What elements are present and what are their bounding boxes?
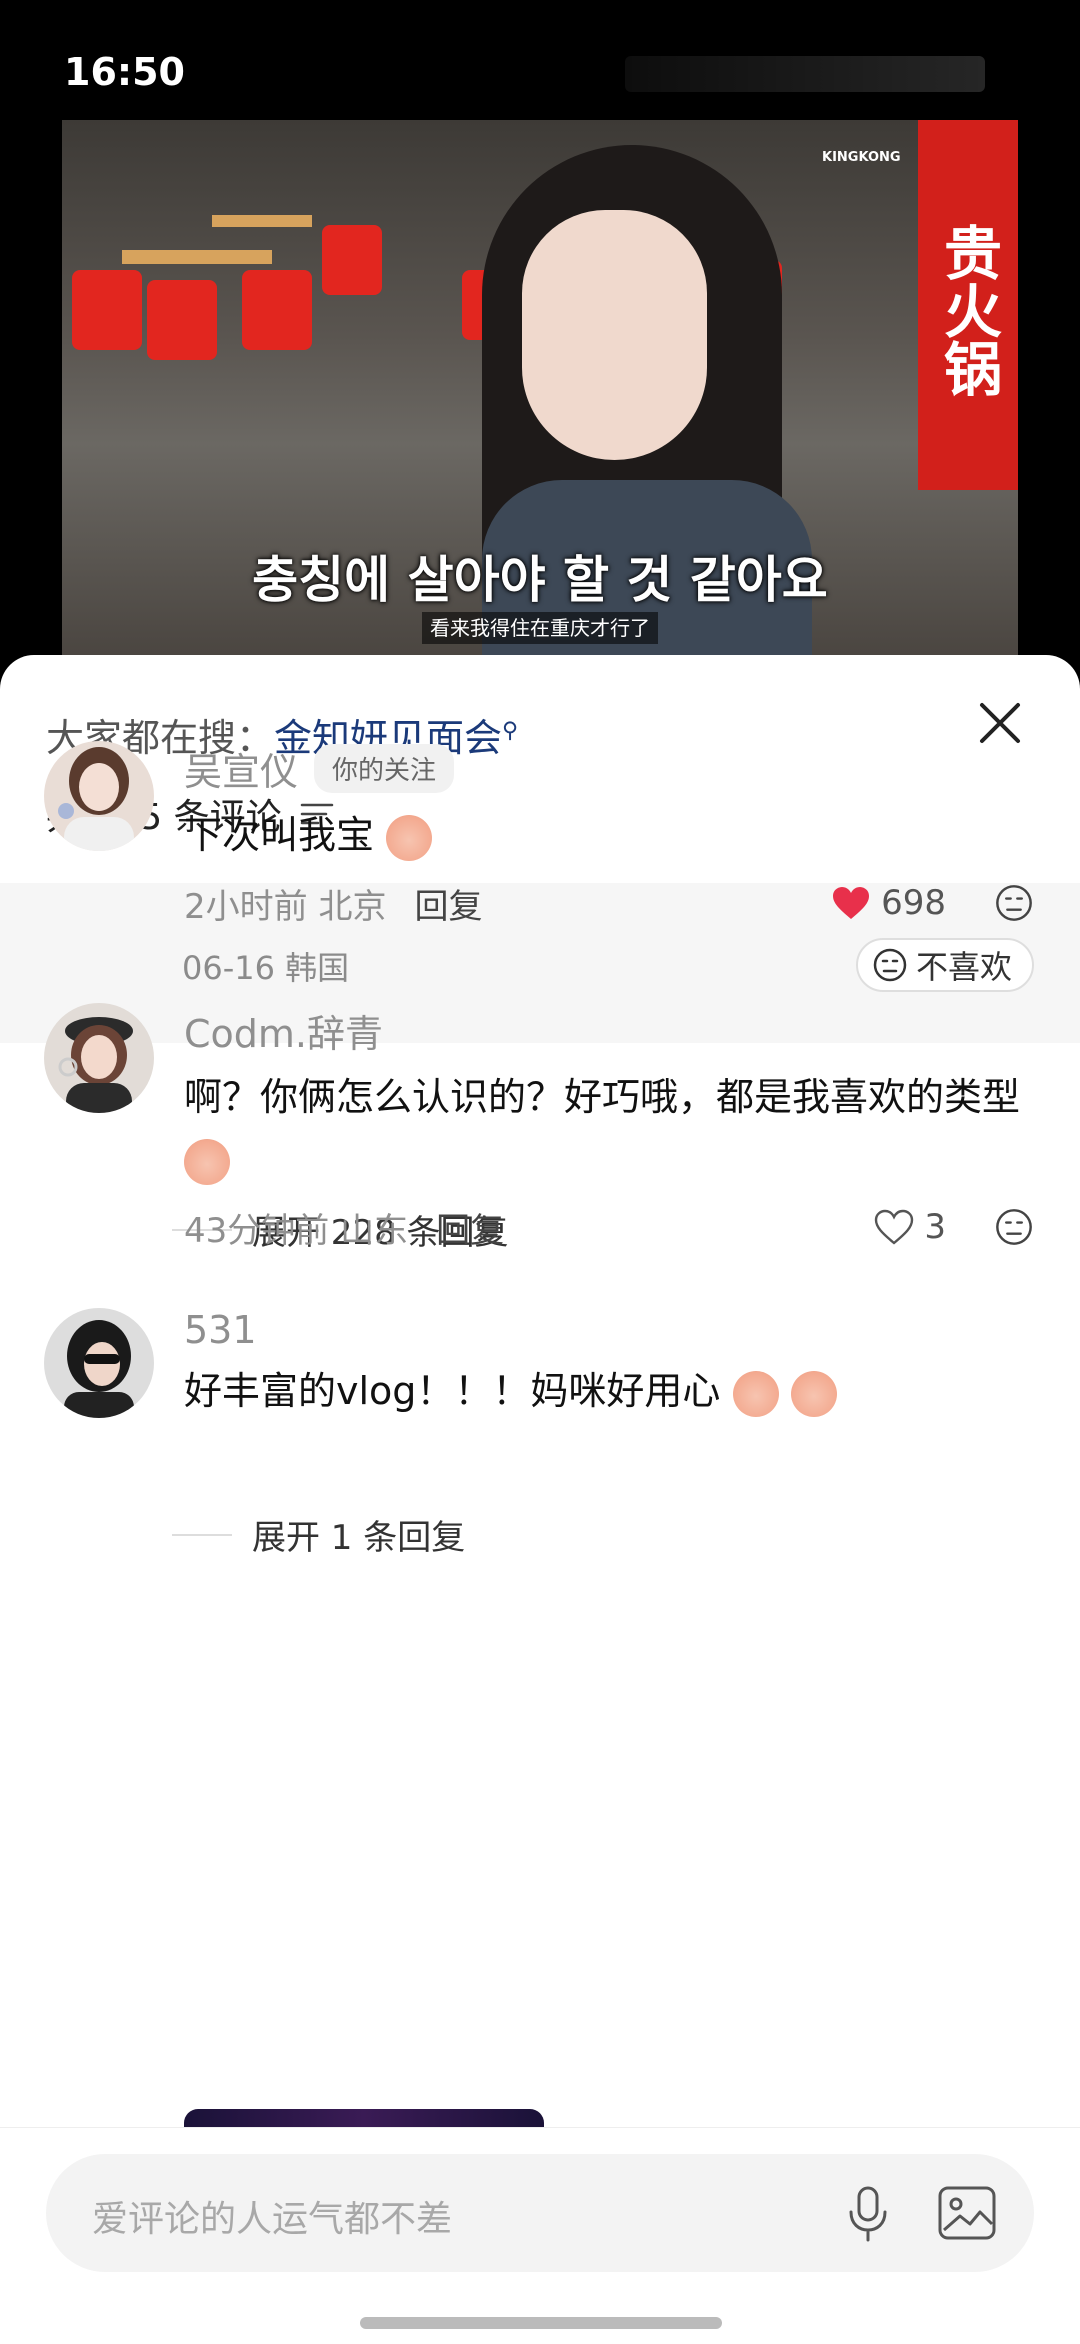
comment-author[interactable]: 531 [184,1308,257,1352]
neutral-face-icon[interactable] [994,1207,1034,1247]
input-placeholder: 爱评论的人运气都不差 [92,2199,453,2240]
comment-text: 啊？你俩怎么认识的？好巧哦，都是我喜欢的类型 [184,1075,1021,1119]
comment-text: 下次叫我宝 [184,813,375,857]
heart-filled-icon[interactable] [831,885,871,921]
neutral-face-icon [873,948,907,982]
comment-text: 好丰富的vlog！！！妈咪好用心 [184,1369,721,1413]
cry-emoji-icon [732,1370,779,1417]
image-icon [938,2186,996,2240]
subtitle-chinese: 看来我得住在重庆才行了 [422,612,658,644]
pinned-meta: 06-16 韩国 [182,949,350,987]
video-player[interactable]: KINGKONG 贵火锅 충칭에 살아야 할 것 같아요 看来我得住在重庆才行了 [62,120,1018,660]
dislike-label: 不喜欢 [915,948,1012,986]
like-count: 698 [881,883,946,923]
like-count: 3 [924,1207,946,1247]
dislike-button[interactable]: 不喜欢 [855,938,1034,992]
comment-author[interactable]: 吴宣仪 [184,741,298,796]
comment-sheet: 大家都在搜：金知妍见面会⚲ 共 315 条评论 06-16 韩国 不喜欢 吴宣仪… [0,655,1080,2344]
comment-author[interactable]: Codm.辞青 [184,1003,383,1058]
search-icon: ⚲ [502,718,519,744]
blush-emoji-icon [386,814,433,861]
status-icons [625,56,985,92]
neutral-face-icon[interactable] [994,883,1034,923]
avatar[interactable] [44,741,154,851]
following-tag: 你的关注 [314,744,455,793]
avatar[interactable] [44,1308,154,1418]
status-time: 16:50 [64,50,185,94]
brand-watermark: KINGKONG [822,150,901,165]
comment-time: 43分钟前 山东 [184,1210,409,1251]
subtitle-korean: 충칭에 살아야 할 것 같아요 [252,551,828,609]
avatar[interactable] [44,1003,154,1113]
home-indicator[interactable] [360,2317,722,2329]
cry-emoji-icon [790,1370,837,1417]
shy-emoji-icon [184,1138,230,1185]
reply-button[interactable]: 回复 [414,879,482,928]
voice-input-button[interactable] [838,2182,898,2246]
heart-outline-icon[interactable] [874,1209,914,1245]
comment-input[interactable]: 爱评论的人运气都不差 [46,2154,1034,2272]
shop-sign: 贵火锅 [918,120,1018,490]
microphone-icon [849,2186,887,2242]
expand-replies[interactable]: 展开 1 条回复 [172,1510,465,1559]
comment-input-bar: 爱评论的人运气都不差 [0,2127,1080,2344]
comment-time: 2小时前 北京 [184,886,387,927]
expand-label: 展开 1 条回复 [252,1518,466,1558]
reply-button[interactable]: 回复 [436,1203,504,1252]
image-attach-button[interactable] [936,2184,998,2242]
